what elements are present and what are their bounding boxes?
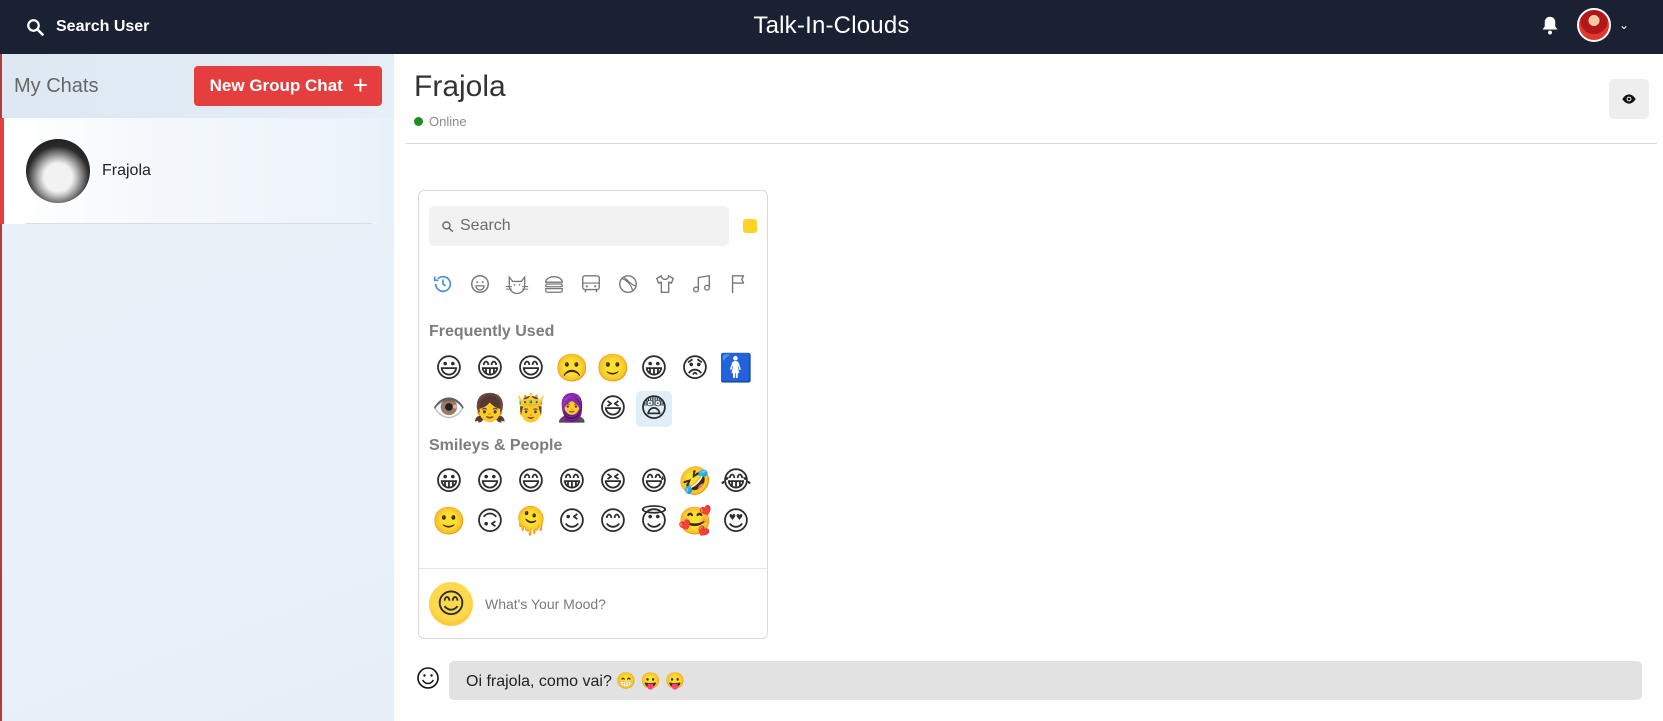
chat-item-frajola[interactable]: Frajola [0, 118, 394, 224]
sidebar-header: My Chats New Group Chat + [2, 54, 394, 118]
emoji-picker: Frequently Used 😃😁😄☹️🙂😀😟🚺👁️👧🤴🧕😆😨 Smileys… [418, 190, 768, 639]
frequently_used-emoji-1[interactable]: 😁 [472, 351, 508, 387]
frequently_used-emoji-11[interactable]: 🧕 [554, 391, 590, 427]
plus-icon: + [352, 70, 368, 100]
emoji-category-tabs [431, 272, 751, 296]
frequently_used-emoji-3[interactable]: ☹️ [554, 351, 590, 387]
smileys-emoji-13[interactable]: 😇 [636, 504, 672, 540]
frequently_used-emoji-2[interactable]: 😄 [513, 351, 549, 387]
app-title: Talk-In-Clouds [753, 12, 910, 39]
online-status: Online [414, 114, 467, 129]
smileys-emoji-15[interactable]: 😍 [718, 504, 754, 540]
smileys-emoji-0[interactable]: 😀 [431, 464, 467, 500]
emoji-toggle-icon[interactable] [416, 666, 440, 690]
search-user-button[interactable]: Search User [26, 18, 149, 36]
ball-icon[interactable] [616, 272, 640, 296]
status-label: Online [429, 114, 467, 129]
smileys-emoji-3[interactable]: 😁 [554, 464, 590, 500]
search-icon [442, 220, 454, 232]
smileys-title: Smileys & People [429, 437, 563, 454]
frequently_used-emoji-8[interactable]: 👁️ [431, 391, 467, 427]
message-input[interactable] [449, 661, 1642, 700]
chat-item-name: Frajola [102, 162, 151, 179]
emoji-search-box [429, 206, 729, 246]
user-avatar[interactable] [1576, 8, 1611, 42]
eye-icon [1622, 94, 1636, 104]
smileys-emoji-4[interactable]: 😆 [595, 464, 631, 500]
music-icon[interactable] [690, 272, 714, 296]
emoji-search-input[interactable] [460, 217, 720, 235]
smileys-emoji-9[interactable]: 🙃 [472, 504, 508, 540]
skin-tone-selector[interactable] [743, 219, 757, 233]
emoji-picker-footer: 😊 What's Your Mood? [419, 568, 767, 638]
chevron-down-icon[interactable]: ⌄ [1619, 18, 1629, 32]
smileys-emoji-6[interactable]: 🤣 [677, 464, 713, 500]
mood-text: What's Your Mood? [485, 595, 606, 612]
frequently-used-grid: 😃 😁 😄 ☹️ 🙂 😀 😟 🚺 👁️ 👧 🤴 🧕 😆 😨 [431, 351, 759, 427]
chat-avatar [26, 139, 90, 203]
frequently_used-emoji-12[interactable]: 😆 [595, 391, 631, 427]
chats-sidebar: My Chats New Group Chat + Frajola [0, 54, 394, 721]
smileys-emoji-11[interactable]: 😉 [554, 504, 590, 540]
frequently_used-emoji-6[interactable]: 😟 [677, 351, 713, 387]
flag-icon[interactable] [727, 272, 751, 296]
smileys-grid: 😀 😃 😄 😁 😆 😅 🤣 😂 🙂 🙃 🫠 😉 😊 😇 🥰 😍 [431, 464, 759, 540]
mood-emoji: 😊 [429, 581, 473, 626]
top-right-controls: ⌄ [1541, 8, 1629, 42]
view-profile-button[interactable] [1609, 79, 1649, 119]
frequently_used-emoji-7[interactable]: 🚺 [718, 351, 754, 387]
smiley-icon[interactable] [468, 272, 492, 296]
frequently_used-emoji-10[interactable]: 🤴 [513, 391, 549, 427]
smileys-emoji-8[interactable]: 🙂 [431, 504, 467, 540]
search-user-label: Search User [56, 18, 150, 35]
search-icon [27, 19, 44, 36]
frequently_used-emoji-4[interactable]: 🙂 [595, 351, 631, 387]
chat-title: Frajola [414, 70, 506, 103]
smileys-emoji-7[interactable]: 😂 [718, 464, 754, 500]
bell-icon[interactable] [1541, 15, 1559, 35]
chat-divider [26, 223, 372, 224]
smileys-emoji-14[interactable]: 🥰 [677, 504, 713, 540]
top-bar: Search User Talk-In-Clouds ⌄ [0, 0, 1663, 54]
smileys-emoji-12[interactable]: 😊 [595, 504, 631, 540]
frequently-used-title: Frequently Used [429, 323, 555, 340]
clock-icon[interactable] [431, 272, 455, 296]
bus-icon[interactable] [579, 272, 603, 296]
new-group-chat-button[interactable]: New Group Chat + [193, 66, 382, 106]
smileys-emoji-10[interactable]: 🫠 [513, 504, 549, 540]
new-group-chat-label: New Group Chat [209, 76, 343, 95]
frequently_used-emoji-13[interactable]: 😨 [636, 391, 672, 427]
frequently_used-emoji-0[interactable]: 😃 [431, 351, 467, 387]
my-chats-title: My Chats [14, 74, 99, 97]
smileys-emoji-2[interactable]: 😄 [513, 464, 549, 500]
frequently_used-emoji-9[interactable]: 👧 [472, 391, 508, 427]
smileys-emoji-5[interactable]: 😅 [636, 464, 672, 500]
chat-header: Frajola Online [406, 54, 1657, 144]
frequently_used-emoji-5[interactable]: 😀 [636, 351, 672, 387]
burger-icon[interactable] [542, 272, 566, 296]
cat-icon[interactable] [505, 272, 529, 296]
status-dot [414, 117, 423, 126]
shirt-icon[interactable] [653, 272, 677, 296]
smileys-emoji-1[interactable]: 😃 [472, 464, 508, 500]
